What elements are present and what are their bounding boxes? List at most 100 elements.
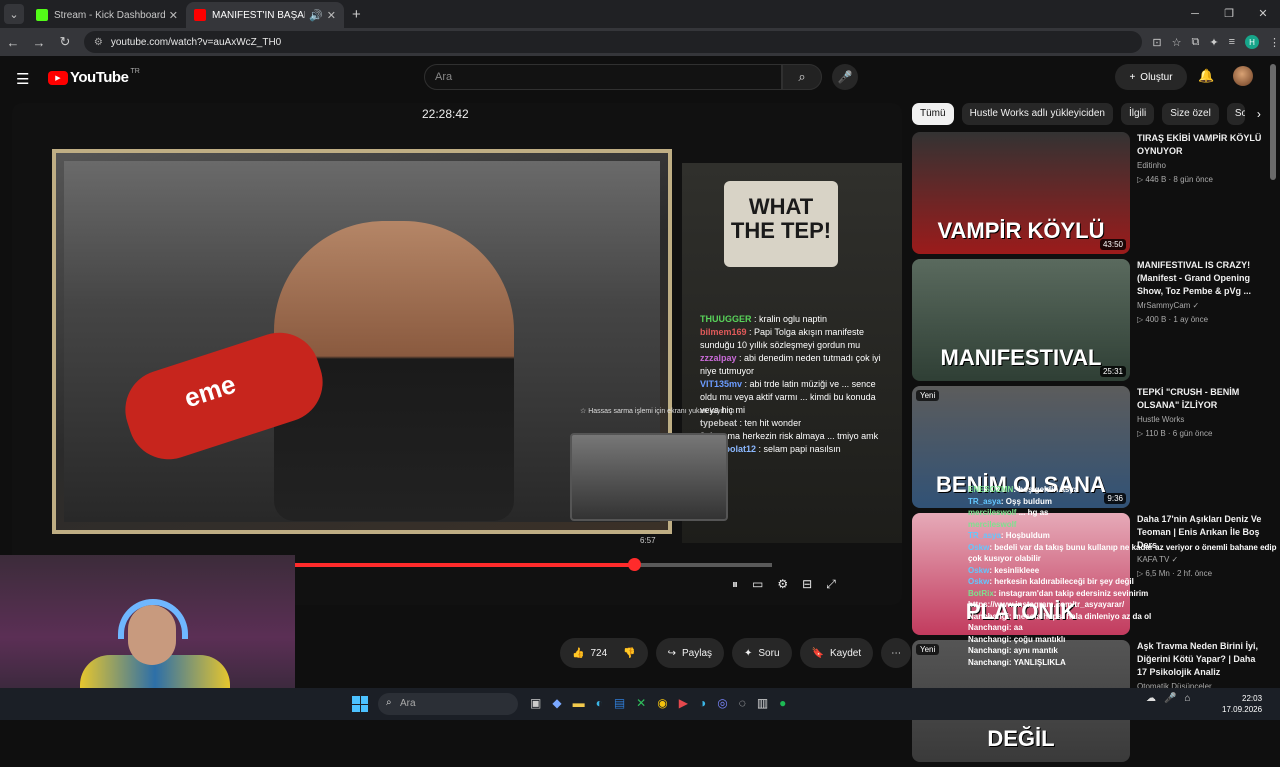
- obs-icon[interactable]: ◌: [739, 696, 746, 710]
- tab-groups-icon[interactable]: ≡: [1229, 36, 1235, 48]
- recorder-icon[interactable]: ▶: [679, 696, 688, 710]
- chat-text: : bedeli var da takış bunu kullanıp ne k…: [968, 542, 1277, 564]
- edge-dev-icon[interactable]: ◑: [699, 696, 706, 710]
- extension-icon[interactable]: ⧉: [1192, 36, 1200, 49]
- browser-tab-bar: ⌄ Stream - Kick Dashboard ✕ MANİFEST'İN …: [0, 0, 1280, 28]
- maximize-button[interactable]: ❐: [1212, 0, 1246, 28]
- chip-for-you[interactable]: Size özel: [1162, 103, 1219, 125]
- recommendation-item[interactable]: MANIFESTIVAL 25:31 MANIFESTIVAL IS CRAZY…: [912, 259, 1262, 386]
- more-actions-button[interactable]: ⋯: [881, 638, 912, 668]
- url-field[interactable]: ⚙ youtube.com/watch?v=auAxWcZ_TH0: [83, 31, 1143, 53]
- youtube-play-icon: ▶: [48, 70, 68, 85]
- close-tab-icon[interactable]: ✕: [169, 9, 178, 22]
- puzzle-icon[interactable]: ✦: [1209, 36, 1218, 49]
- forward-button[interactable]: →: [26, 35, 52, 50]
- taskbar-search-input[interactable]: ⌕ Ara: [378, 693, 518, 715]
- tab-youtube-video[interactable]: MANİFEST'İN BAŞARISININ 🔊 ✕: [186, 2, 344, 28]
- site-info-icon[interactable]: ⚙: [94, 37, 103, 48]
- video-player[interactable]: 22:28:42 eme WHAT THE TEP! THUUGGER : kr…: [12, 103, 902, 605]
- tab-title: Stream - Kick Dashboard: [54, 9, 165, 21]
- tab-search-button[interactable]: ⌄: [4, 4, 24, 24]
- recommendations-list: VAMPİR KÖYLÜ 43:50 TIRAŞ EKİBİ VAMPİR KÖ…: [912, 132, 1262, 767]
- chip-all[interactable]: Tümü: [912, 103, 954, 125]
- channel-name[interactable]: Editinho: [1137, 161, 1166, 170]
- chip-uploader[interactable]: Hustle Works adlı yükleyiciden: [961, 103, 1113, 125]
- cloud-icon[interactable]: ☁: [1146, 693, 1156, 704]
- settings-gear-icon[interactable]: ⚙: [777, 577, 788, 592]
- like-count: 724: [590, 647, 608, 659]
- discord-icon[interactable]: ◎: [717, 696, 727, 710]
- spotify-icon[interactable]: ●: [779, 696, 786, 710]
- thumbs-down-icon[interactable]: 👎: [623, 648, 635, 659]
- theater-mode-icon[interactable]: ⊟: [802, 577, 812, 592]
- chat-user: Oskw: [968, 542, 990, 552]
- speaker-icon[interactable]: 🔊: [309, 9, 323, 22]
- chat-text: : ama herkezin risk almaya ... tmiyo amk: [717, 431, 879, 441]
- install-app-icon[interactable]: ⊡: [1152, 36, 1161, 49]
- close-tab-icon[interactable]: ✕: [327, 9, 336, 22]
- fullscreen-icon[interactable]: ⤢: [826, 577, 836, 592]
- like-button[interactable]: 👍 724 👎: [560, 638, 648, 668]
- chip-more[interactable]: So: [1226, 103, 1245, 125]
- video-actions: 👍 724 👎 ↪ Paylaş ✦ Soru 🔖 Kaydet ⋯: [560, 638, 912, 668]
- save-button[interactable]: 🔖 Kaydet: [799, 638, 874, 668]
- taskbar-search-placeholder: Ara: [400, 698, 416, 709]
- pause-toggle-icon[interactable]: ⏸: [732, 577, 738, 592]
- audio-app-icon[interactable]: ▥: [757, 696, 768, 710]
- video-title[interactable]: TEPKİ "CRUSH - BENİM OLSANA" İZLİYOR: [1137, 386, 1262, 412]
- task-view-icon[interactable]: ▣: [530, 696, 541, 710]
- xbox-icon[interactable]: ✕: [636, 696, 646, 710]
- windows-taskbar: ⌕ Ara ▣ ◆ ▬ ◐ ▤ ✕ ◉ ▶ ◑ ◎ ◌ ▥ ● ☁ 🎤 ⌂ 22…: [0, 688, 1280, 720]
- minimize-button[interactable]: ─: [1178, 0, 1212, 28]
- chat-user: TR_asya: [968, 496, 1001, 506]
- chat-text: : Hoşbuldum: [1000, 531, 1050, 540]
- menu-icon[interactable]: ☰: [16, 70, 29, 88]
- channel-name[interactable]: MrSammyCam ✓: [1137, 301, 1199, 310]
- chip-related[interactable]: İlgili: [1121, 103, 1155, 125]
- notifications-bell-icon[interactable]: 🔔: [1198, 68, 1214, 84]
- subtitles-icon[interactable]: ▭: [752, 577, 763, 592]
- copilot-icon[interactable]: ◆: [552, 696, 561, 710]
- tab-kick-dashboard[interactable]: Stream - Kick Dashboard ✕: [28, 2, 186, 28]
- create-button[interactable]: + Oluştur: [1115, 64, 1187, 90]
- scrubber-handle[interactable]: [628, 558, 641, 571]
- microphone-tray-icon[interactable]: 🎤: [1164, 693, 1176, 704]
- progress-bar[interactable]: [294, 563, 772, 567]
- profile-avatar[interactable]: H: [1245, 35, 1260, 49]
- search-input[interactable]: Ara: [424, 64, 782, 90]
- chat-text: : mesela hepsi hala dinleniyo az da ol: [1008, 611, 1152, 621]
- video-title[interactable]: MANIFESTIVAL IS CRAZY! (Manifest - Grand…: [1137, 259, 1262, 298]
- plus-icon: +: [1129, 71, 1136, 83]
- chat-user: Nanchangi: [968, 634, 1009, 644]
- tab-title: MANİFEST'İN BAŞARISININ: [212, 9, 305, 21]
- account-avatar[interactable]: [1233, 66, 1253, 86]
- voice-search-button[interactable]: 🎤: [832, 64, 858, 90]
- youtube-logo[interactable]: ▶ YouTube TR: [48, 68, 140, 86]
- chat-user: mercileswolf: [968, 519, 1017, 529]
- recommendation-item[interactable]: VAMPİR KÖYLÜ 43:50 TIRAŞ EKİBİ VAMPİR KÖ…: [912, 132, 1262, 259]
- outlook-icon[interactable]: ▤: [614, 696, 625, 710]
- reload-button[interactable]: ↻: [52, 34, 78, 50]
- page-scrollbar[interactable]: [1270, 64, 1276, 180]
- new-badge: Yeni: [916, 644, 940, 655]
- file-explorer-icon[interactable]: ▬: [573, 696, 585, 710]
- taskbar-clock[interactable]: 22:03 17.09.2026: [1222, 693, 1262, 715]
- new-tab-button[interactable]: +: [352, 6, 361, 23]
- video-thumbnail[interactable]: MANIFESTIVAL 25:31: [912, 259, 1130, 381]
- back-button[interactable]: ←: [0, 35, 26, 50]
- share-button[interactable]: ↪ Paylaş: [655, 638, 724, 668]
- video-title[interactable]: TIRAŞ EKİBİ VAMPİR KÖYLÜ OYNUYOR: [1137, 132, 1262, 158]
- windows-start-icon[interactable]: [352, 696, 368, 712]
- browser-menu-icon[interactable]: ⋮: [1269, 36, 1280, 49]
- close-window-button[interactable]: ✕: [1246, 0, 1280, 28]
- channel-name[interactable]: Hustle Works: [1137, 415, 1184, 424]
- video-thumbnail[interactable]: VAMPİR KÖYLÜ 43:50: [912, 132, 1130, 254]
- streamer-chat-overlay: ENESOZMN: hoş geldin asya TR_asya: Oşş b…: [968, 484, 1280, 668]
- search-button[interactable]: ⌕: [782, 64, 822, 90]
- ask-button[interactable]: ✦ Soru: [732, 638, 792, 668]
- edge-icon[interactable]: ◐: [596, 696, 603, 710]
- chevron-right-icon[interactable]: ›: [1257, 107, 1261, 121]
- bookmark-star-icon[interactable]: ☆: [1172, 36, 1182, 49]
- chrome-icon[interactable]: ◉: [657, 696, 667, 710]
- network-icon[interactable]: ⌂: [1184, 693, 1190, 704]
